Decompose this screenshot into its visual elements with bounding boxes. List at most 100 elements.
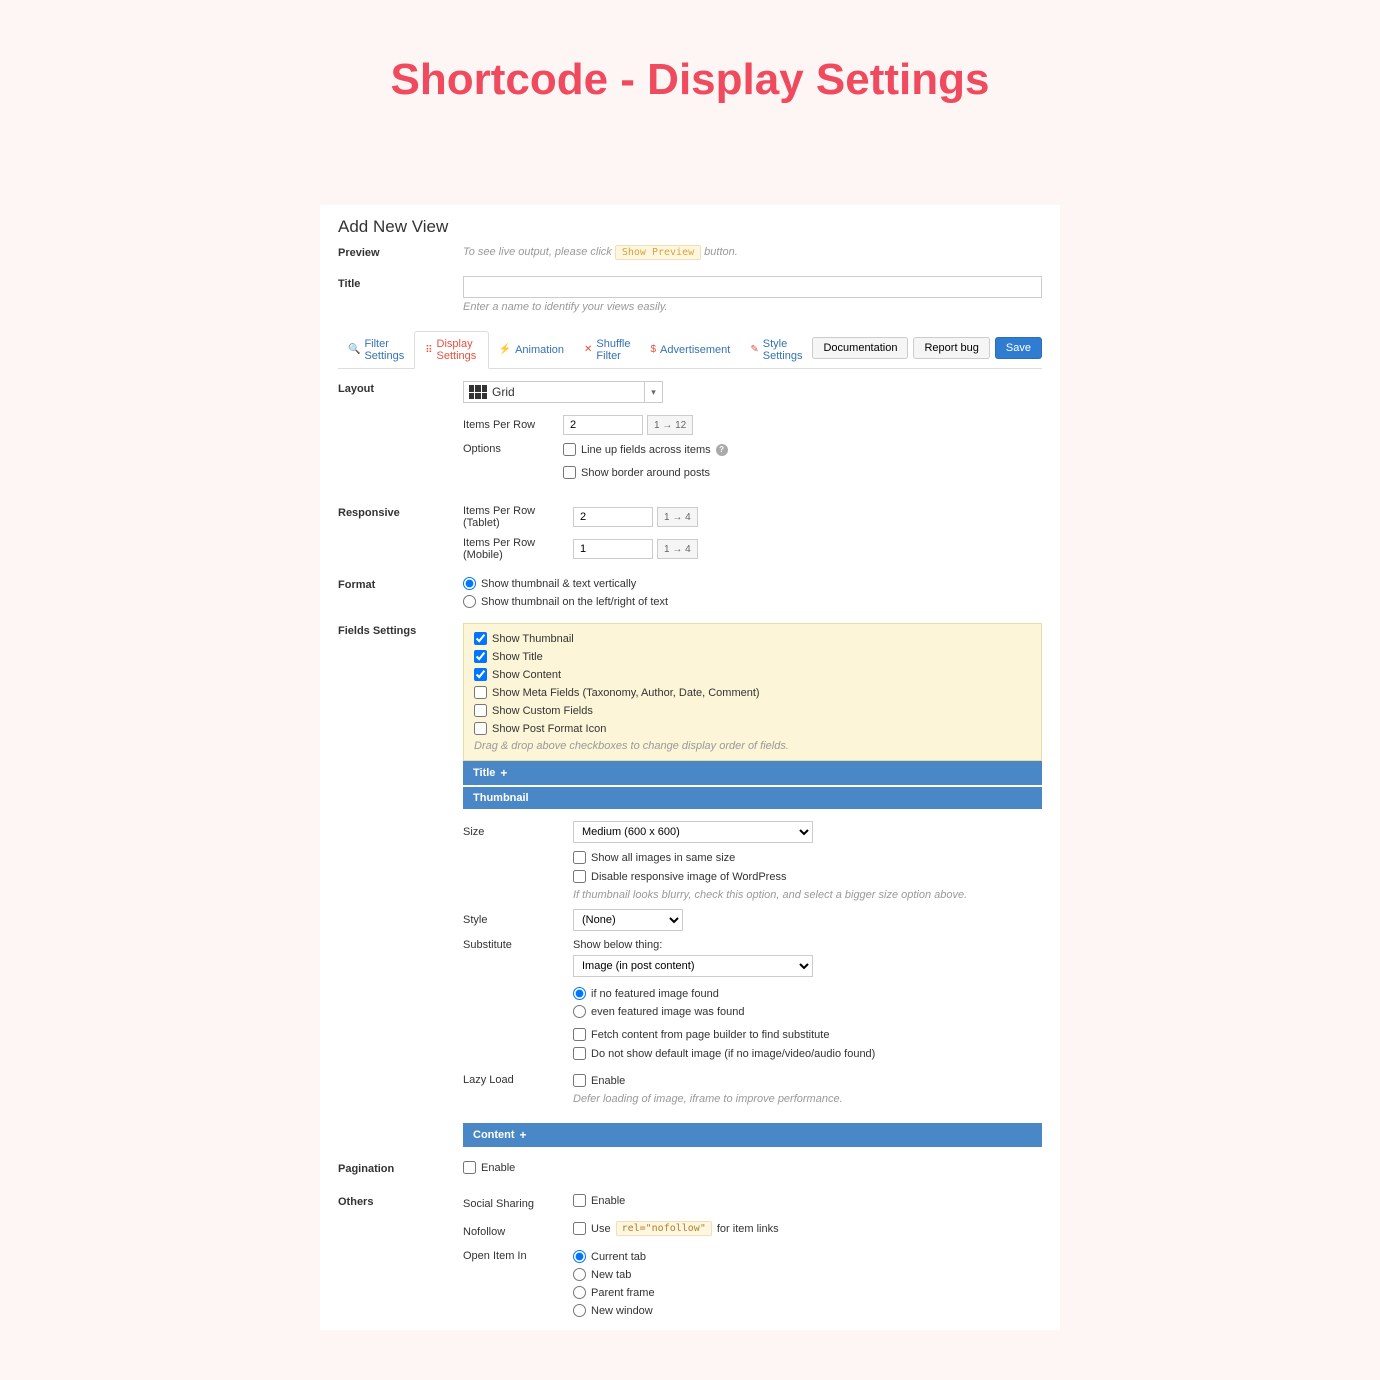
sub-even-radio[interactable]	[573, 1005, 586, 1018]
show-preview-badge: Show Preview	[615, 245, 701, 260]
page-title: Shortcode - Display Settings	[0, 0, 1380, 205]
layout-dropdown[interactable]: Grid ▾	[463, 381, 663, 403]
fields-box: Show Thumbnail Show Title Show Content S…	[463, 623, 1042, 761]
show-custom-checkbox[interactable]	[474, 704, 487, 717]
format-side-radio[interactable]	[463, 595, 476, 608]
style-select[interactable]: (None)	[573, 909, 683, 931]
nofollow-suffix: for item links	[717, 1223, 779, 1235]
show-title-checkbox[interactable]	[474, 650, 487, 663]
save-button[interactable]: Save	[995, 337, 1042, 359]
preview-hint-prefix: To see live output, please click	[463, 246, 615, 258]
sub-even-label: even featured image was found	[591, 1006, 745, 1018]
social-label: Social Sharing	[463, 1198, 573, 1210]
tab-filter-settings[interactable]: 🔍 Filter Settings	[338, 331, 414, 368]
layout-selected-label: Grid	[492, 385, 644, 399]
content-band[interactable]: Content +	[463, 1123, 1042, 1147]
fields-settings-row: Fields Settings Show Thumbnail Show Titl…	[338, 623, 1042, 1147]
show-custom-label: Show Custom Fields	[492, 705, 593, 717]
action-buttons: Documentation Report bug Save	[812, 337, 1042, 359]
title-band[interactable]: Title +	[463, 761, 1042, 785]
fetch-builder-checkbox[interactable]	[573, 1028, 586, 1041]
same-size-checkbox[interactable]	[573, 851, 586, 864]
panel-heading: Add New View	[338, 217, 1042, 237]
show-meta-label: Show Meta Fields (Taxonomy, Author, Date…	[492, 687, 760, 699]
nofollow-prefix: Use	[591, 1223, 611, 1235]
social-enable-checkbox[interactable]	[573, 1194, 586, 1207]
open-current-radio[interactable]	[573, 1250, 586, 1263]
sub-no-featured-radio[interactable]	[573, 987, 586, 1000]
tab-label: Style Settings	[763, 338, 803, 362]
thumbnail-body: Size Medium (600 x 600) Show all images …	[463, 809, 1042, 1123]
info-icon[interactable]: ?	[716, 444, 728, 456]
show-title-label: Show Title	[492, 651, 543, 663]
title-row: Title Enter a name to identify your view…	[338, 276, 1042, 313]
options-label: Options	[463, 443, 563, 455]
items-per-row-input[interactable]	[563, 415, 643, 435]
content-band-label: Content	[473, 1129, 515, 1141]
border-label: Show border around posts	[581, 467, 710, 479]
size-select[interactable]: Medium (600 x 600)	[573, 821, 813, 843]
title-input[interactable]	[463, 276, 1042, 298]
no-default-checkbox[interactable]	[573, 1047, 586, 1060]
chevron-down-icon: ▾	[644, 381, 662, 403]
show-format-icon-checkbox[interactable]	[474, 722, 487, 735]
tab-display-settings[interactable]: ⠿ Display Settings	[414, 331, 488, 369]
format-vertical-radio[interactable]	[463, 577, 476, 590]
mobile-input[interactable]	[573, 539, 653, 559]
substitute-select[interactable]: Image (in post content)	[573, 955, 813, 977]
grid-icon: ⠿	[425, 345, 432, 356]
nofollow-label: Nofollow	[463, 1226, 573, 1238]
title-label: Title	[338, 276, 463, 313]
substitute-label: Substitute	[463, 939, 573, 951]
open-new-window-radio[interactable]	[573, 1304, 586, 1317]
items-per-row-label: Items Per Row	[463, 419, 563, 431]
grid-layout-icon	[469, 385, 487, 399]
tab-advertisement[interactable]: $ Advertisement	[640, 331, 740, 368]
same-size-label: Show all images in same size	[591, 852, 735, 864]
fetch-builder-label: Fetch content from page builder to find …	[591, 1029, 829, 1041]
tablet-input[interactable]	[573, 507, 653, 527]
sub-no-featured-label: if no featured image found	[591, 988, 719, 1000]
shuffle-icon: ✕	[584, 344, 592, 355]
items-per-row-range: 1 → 12	[647, 415, 693, 435]
show-meta-checkbox[interactable]	[474, 686, 487, 699]
open-parent-radio[interactable]	[573, 1286, 586, 1299]
tab-style-settings[interactable]: ✎ Style Settings	[740, 331, 812, 368]
pagination-enable-checkbox[interactable]	[463, 1161, 476, 1174]
show-thumbnail-checkbox[interactable]	[474, 632, 487, 645]
settings-panel: Add New View Preview To see live output,…	[320, 205, 1060, 1330]
lineup-checkbox[interactable]	[563, 443, 576, 456]
pagination-row: Pagination Enable	[338, 1161, 1042, 1180]
open-parent-label: Parent frame	[591, 1287, 655, 1299]
open-new-window-label: New window	[591, 1305, 653, 1317]
show-content-label: Show Content	[492, 669, 561, 681]
layout-label: Layout	[338, 381, 463, 493]
tab-label: Display Settings	[437, 338, 478, 362]
open-in-label: Open Item In	[463, 1250, 573, 1262]
format-row: Format Show thumbnail & text vertically …	[338, 577, 1042, 613]
bolt-icon: ⚡	[499, 344, 511, 355]
documentation-button[interactable]: Documentation	[812, 337, 908, 359]
lazy-enable-checkbox[interactable]	[573, 1074, 586, 1087]
plus-icon: +	[520, 1128, 527, 1142]
disable-responsive-checkbox[interactable]	[573, 870, 586, 883]
border-checkbox[interactable]	[563, 466, 576, 479]
thumbnail-band-label: Thumbnail	[473, 792, 529, 804]
others-row: Others Social Sharing Enable Nofollow Us…	[338, 1194, 1042, 1330]
report-bug-button[interactable]: Report bug	[913, 337, 989, 359]
nofollow-checkbox[interactable]	[573, 1222, 586, 1235]
format-label: Format	[338, 577, 463, 613]
tabs-row: 🔍 Filter Settings ⠿ Display Settings ⚡ A…	[338, 331, 1042, 369]
show-content-checkbox[interactable]	[474, 668, 487, 681]
preview-hint-suffix: button.	[704, 246, 738, 258]
thumbnail-band[interactable]: Thumbnail	[463, 787, 1042, 809]
open-new-tab-radio[interactable]	[573, 1268, 586, 1281]
format-side-label: Show thumbnail on the left/right of text	[481, 596, 668, 608]
tab-label: Shuffle Filter	[596, 338, 630, 362]
tab-shuffle-filter[interactable]: ✕ Shuffle Filter	[574, 331, 640, 368]
format-vertical-label: Show thumbnail & text vertically	[481, 578, 636, 590]
tab-label: Advertisement	[660, 344, 730, 356]
layout-row: Layout Grid ▾ Items Per Row 1 → 12 Optio…	[338, 381, 1042, 493]
size-label: Size	[463, 826, 573, 838]
tab-animation[interactable]: ⚡ Animation	[489, 331, 574, 368]
